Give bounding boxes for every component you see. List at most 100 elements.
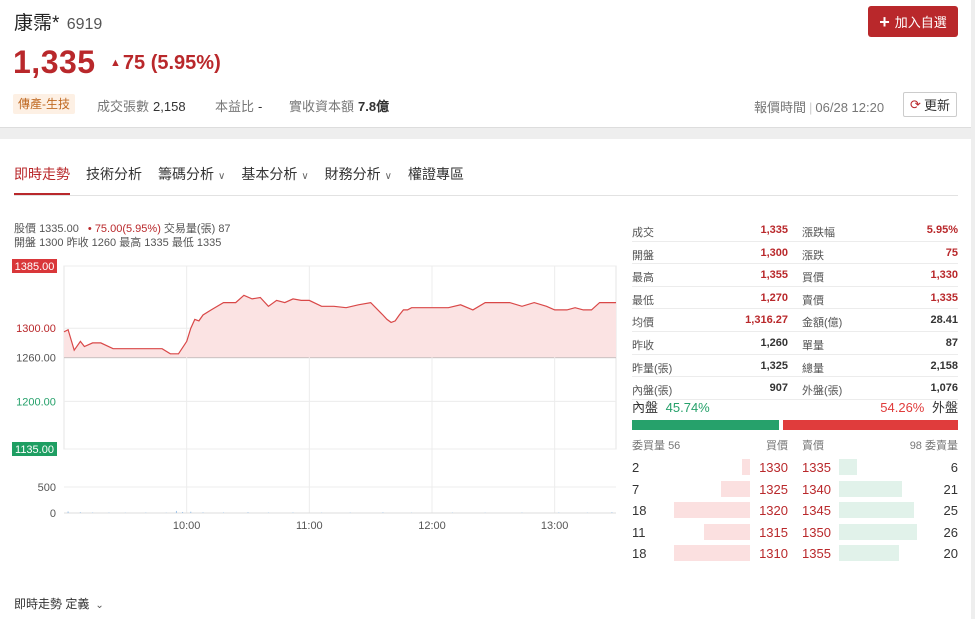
tab-5[interactable]: 權證專區 (408, 161, 464, 195)
ask-volume-bar (839, 480, 902, 497)
stock-name: 康霈* (14, 13, 60, 34)
order-book-row: 18 1310 1355 20 (632, 543, 958, 563)
bid-volume-bar (703, 523, 750, 540)
stat-label: 單量 (802, 339, 824, 352)
stat-label: 開盤 (632, 249, 654, 262)
outer-ratio-text: 54.26% 外盤 (880, 397, 958, 416)
bid-volume-bar (720, 480, 750, 497)
ask-volume: 26 (943, 524, 958, 540)
stock-code: 6919 (66, 16, 103, 33)
stat-row: 成交 1,335 漲跌幅 5.95% (632, 219, 958, 242)
capital-info: 實收資本額 7.8億 (289, 96, 389, 115)
price-change: ▲ 75 (5.95%) (110, 52, 221, 75)
stat-value: 2,158 (930, 359, 958, 372)
stat-row: 開盤 1,300 漲跌 75 (632, 242, 958, 265)
x-tick-label: 12:00 (418, 520, 446, 532)
volume-tick-label: 0 (50, 508, 56, 520)
ask-volume: 25 (943, 503, 958, 519)
stat-row: 最高 1,355 買價 1,330 (632, 264, 958, 287)
quote-detail-card: 即時走勢 技術分析 籌碼分析 ∨ 基本分析 ∨ 財務分析 ∨ 權證專區 股價 1335.00 •… (0, 139, 971, 619)
bid-price: 1310 (759, 546, 788, 562)
analysis-tabs: 即時走勢 技術分析 籌碼分析 ∨ 基本分析 ∨ 財務分析 ∨ 權證專區 (14, 161, 480, 195)
stat-value: 1,076 (930, 382, 958, 395)
capital-value: 7.8億 (358, 99, 390, 114)
stat-label: 賣價 (802, 294, 824, 307)
bid-volume-bar (674, 502, 750, 519)
ask-price: 1355 (802, 546, 831, 562)
capital-label: 實收資本額 (289, 99, 355, 114)
tabs-divider (14, 195, 958, 196)
ask-price-header: 賣價 (802, 440, 824, 452)
add-watchlist-button[interactable]: + 加入自選 (868, 6, 958, 37)
summary-low-label: 最低 (171, 237, 194, 249)
inner-percent: 45.74% (665, 400, 710, 415)
tab-1[interactable]: 技術分析 (86, 161, 142, 195)
tab-2[interactable]: 籌碼分析 ∨ (158, 161, 225, 195)
bid-volume: 11 (632, 524, 646, 540)
stat-value: 87 (945, 336, 958, 349)
bid-price: 1320 (759, 503, 788, 519)
bid-price: 1330 (759, 460, 788, 475)
chevron-down-icon: ∨ (218, 171, 226, 182)
bid-volume: 7 (632, 481, 640, 497)
volume-label: 成交張數 (97, 99, 150, 114)
bid-price-header: 買價 (766, 440, 788, 452)
stat-label: 成交 (632, 227, 654, 239)
ask-volume-header: 98 委賣量 (910, 437, 958, 453)
chart-definition-link[interactable]: 即時走勢 定義 ⌄ (14, 595, 104, 612)
y-tick-label: 1260.00 (16, 353, 56, 365)
ask-price: 1350 (802, 524, 831, 540)
volume-value: 2,158 (153, 99, 186, 114)
inner-ratio-text: 內盤 45.74% (632, 397, 710, 416)
ask-volume: 6 (950, 460, 958, 475)
summary-open-label: 開盤 (14, 237, 36, 249)
current-price: 1,335 (13, 44, 96, 80)
ask-volume-bar (839, 545, 899, 562)
volume-tick-label: 500 (38, 482, 56, 494)
quote-stats-table: 成交 1,335 漲跌幅 5.95% 開盤 1,300 漲跌 75 最高 1,355 買價 1,330… (632, 219, 958, 400)
stat-value: 1,260 (760, 336, 788, 349)
bid-volume: 18 (632, 503, 647, 519)
refresh-label: 更新 (923, 98, 950, 113)
tab-3[interactable]: 基本分析 ∨ (241, 161, 308, 195)
tab-0[interactable]: 即時走勢 (14, 161, 70, 195)
bid-volume-bar (741, 459, 750, 475)
ask-volume-label: 委賣量 (925, 440, 958, 452)
sector-badge[interactable]: 傳產-生技 (13, 94, 75, 114)
volume-info: 成交張數 2,158 (97, 96, 186, 115)
summary-prev: 1260 (91, 237, 117, 249)
ask-price: 1345 (802, 503, 831, 519)
change-percent: (5.95%) (150, 52, 221, 74)
ask-volume-bar (839, 523, 917, 540)
stat-label: 外盤(張) (802, 385, 843, 398)
bid-volume-header: 委買量 56 (632, 437, 680, 453)
x-tick-label: 13:00 (541, 520, 569, 532)
change-value: 75 (122, 52, 146, 74)
summary-prev-label: 昨收 (66, 237, 89, 249)
plus-icon: + (879, 11, 890, 32)
bid-volume-label: 委買量 (632, 440, 665, 452)
tab-4[interactable]: 財務分析 ∨ (325, 161, 392, 195)
stat-value: 1,316.27 (745, 314, 788, 327)
ask-volume-bar (839, 459, 857, 475)
refresh-button[interactable]: ⟳ 更新 (903, 92, 957, 117)
stat-value: 1,330 (930, 269, 958, 282)
order-book-row: 11 1315 1350 26 (632, 522, 958, 542)
chevron-down-icon: ∨ (301, 171, 309, 182)
order-book-row: 2 1330 1335 6 (632, 457, 958, 477)
bid-volume: 2 (632, 460, 640, 475)
stat-label: 總量 (802, 362, 824, 375)
stat-row: 最低 1,270 賣價 1,335 (632, 287, 958, 310)
stat-value: 1,300 (760, 246, 788, 259)
bid-total: 56 (668, 440, 681, 452)
ask-price: 1340 (802, 481, 831, 497)
tab-label: 即時走勢 (14, 166, 70, 182)
intraday-chart[interactable]: 1385.00 1300.00 1260.00 1200.00 1135.00 500 0 1… (0, 257, 620, 547)
chart-definition-label: 即時走勢 定義 (14, 597, 90, 611)
summary-high-label: 最高 (119, 237, 142, 249)
stat-label: 內盤(張) (632, 385, 673, 398)
up-triangle-icon: ▲ (110, 57, 121, 69)
bid-volume-bar (674, 545, 750, 562)
stat-label: 昨量(張) (632, 362, 673, 375)
stat-value: 1,335 (930, 291, 958, 304)
